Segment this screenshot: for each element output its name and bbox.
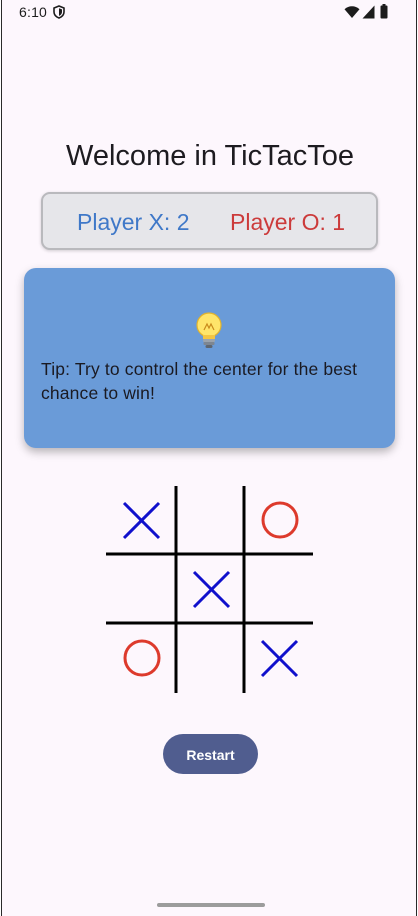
board-cell-2-3[interactable] <box>245 555 314 624</box>
tip-text: Tip: Try to control the center for the b… <box>41 357 371 405</box>
app-screen: 6:10 Welcome in TicTacToe Player X: 2 Pl… <box>1 0 417 916</box>
player-o-score: Player O: 1 <box>230 209 346 235</box>
x-mark <box>192 570 231 609</box>
score-card: Player X: 2 Player O: 1 <box>41 192 378 250</box>
signal-icon <box>362 5 375 19</box>
o-mark <box>123 639 161 677</box>
navigation-handle[interactable] <box>157 903 265 907</box>
restart-button[interactable]: Restart <box>163 734 258 774</box>
board-cell-3-3[interactable] <box>245 624 314 693</box>
wifi-icon <box>344 5 360 19</box>
board-cell-3-1[interactable] <box>107 624 176 693</box>
board-cell-1-1[interactable] <box>107 486 176 555</box>
board-cell-3-2[interactable] <box>177 624 246 693</box>
board-cell-1-3[interactable] <box>245 486 314 555</box>
board-cell-2-2[interactable] <box>177 555 246 624</box>
shield-icon <box>53 5 65 19</box>
battery-icon <box>380 4 388 19</box>
board-cell-2-1[interactable] <box>107 555 176 624</box>
o-mark <box>261 501 299 539</box>
x-mark <box>260 639 299 678</box>
tip-message: Try to control the center for the best c… <box>41 359 358 403</box>
page-title: Welcome in TicTacToe <box>66 140 354 172</box>
player-x-score: Player X: 2 <box>77 209 190 235</box>
lightbulb-icon <box>192 311 226 351</box>
game-board <box>106 486 313 693</box>
status-bar: 6:10 <box>2 0 416 26</box>
status-time: 6:10 <box>19 4 48 20</box>
board-cell-1-2[interactable] <box>177 486 246 555</box>
x-mark <box>122 501 161 540</box>
tip-label: Tip: <box>41 359 71 379</box>
tip-card: Tip: Try to control the center for the b… <box>24 268 395 448</box>
